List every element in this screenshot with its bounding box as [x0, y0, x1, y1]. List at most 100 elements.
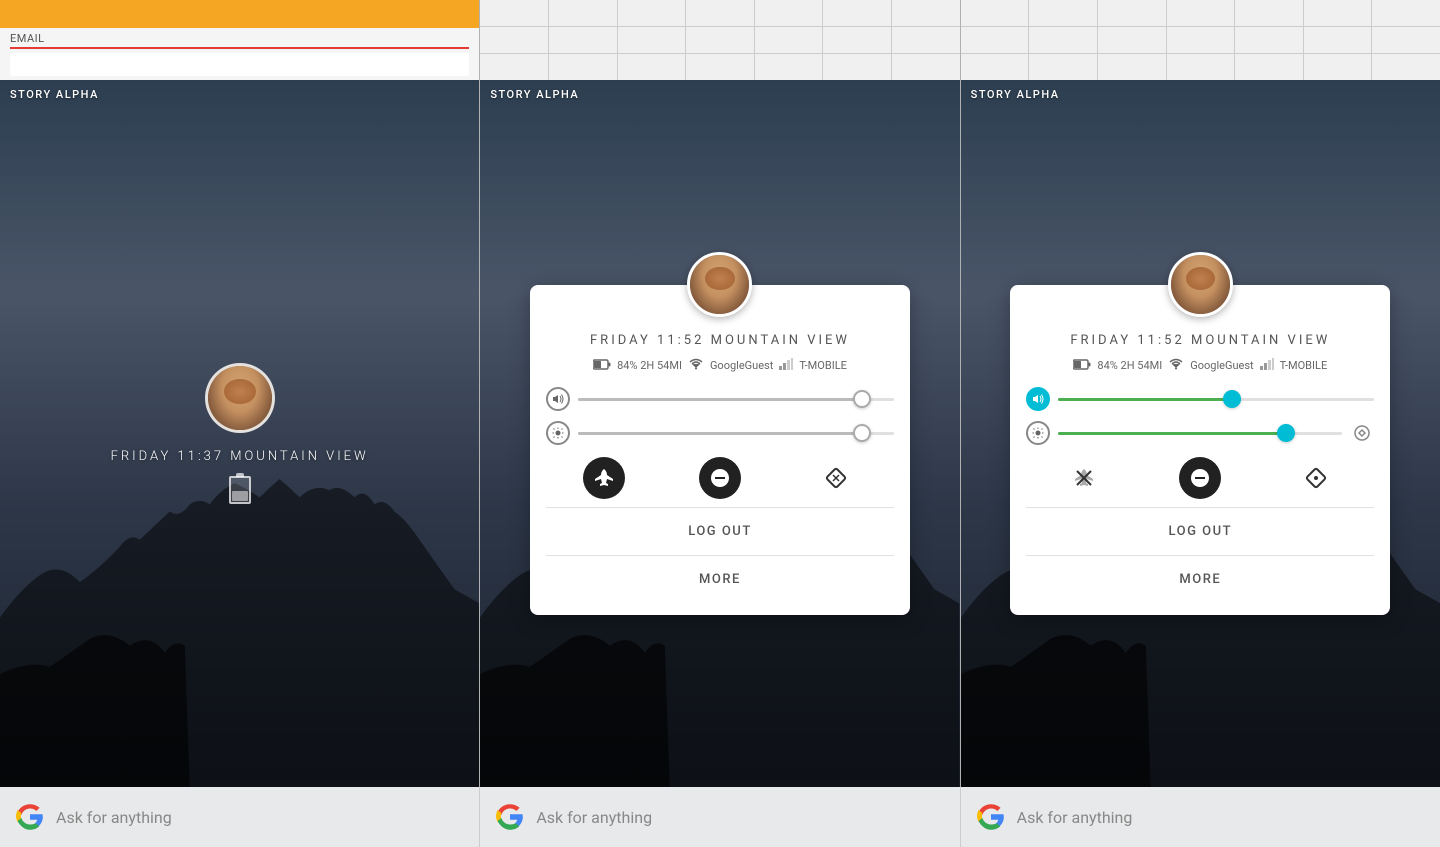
- qs-status-row-3: 84% 2H 54MI GoogleGuest: [1026, 358, 1374, 373]
- volume-icon-2: [546, 387, 570, 411]
- ask-text-3[interactable]: Ask for anything: [1017, 808, 1133, 827]
- cal-cell: [480, 54, 548, 80]
- email-label: EMAIL: [0, 28, 479, 47]
- brightness-icon-3: [1026, 421, 1050, 445]
- volume-slider-row-2[interactable]: [546, 387, 894, 411]
- cal-cell: [1098, 27, 1166, 53]
- red-line: [10, 47, 469, 49]
- cal-cell: [961, 0, 1029, 26]
- cal-cell: [549, 54, 617, 80]
- ask-text-2[interactable]: Ask for anything: [536, 808, 652, 827]
- volume-thumb-2[interactable]: [853, 390, 871, 408]
- wifi-name-3: GoogleGuest: [1190, 359, 1253, 372]
- cal-cell: [1167, 54, 1235, 80]
- story-alpha-label-3: STORY ALPHA: [971, 88, 1060, 101]
- wifi-svg: [688, 358, 704, 370]
- cal-cell: [549, 27, 617, 53]
- qs-actions-3: [1026, 457, 1374, 499]
- qs-actions-2: [546, 457, 894, 499]
- brightness-fill-2: [578, 432, 862, 435]
- wifi-icon-3: [1168, 358, 1184, 373]
- rotate-active-svg: [1305, 467, 1327, 489]
- cal-cell: [1235, 27, 1303, 53]
- cal-cell: [892, 0, 960, 26]
- volume-thumb-3[interactable]: [1223, 390, 1241, 408]
- qs-card-2: FRIDAY 11:52 MOUNTAIN VIEW 84% 2H 54MI: [530, 285, 910, 615]
- cal-cell: [618, 54, 686, 80]
- cal-cell: [823, 0, 891, 26]
- avatar-qs-3: [1168, 252, 1233, 317]
- bottom-panel-2[interactable]: Ask for anything: [480, 787, 960, 847]
- cal-cell: [1098, 54, 1166, 80]
- brightness-thumb-3[interactable]: [1277, 424, 1295, 442]
- rotate-btn-2[interactable]: [815, 457, 857, 499]
- panel-2-bg: STORY ALPHA FRIDAY 11:52 MOUNTAIN VIEW: [480, 80, 959, 787]
- panel-2-top: [480, 0, 959, 80]
- white-card-content: [10, 53, 469, 76]
- panel-qs-1: STORY ALPHA FRIDAY 11:52 MOUNTAIN VIEW: [480, 0, 960, 787]
- bottom-panel-1[interactable]: Ask for anything: [0, 787, 480, 847]
- divider-logout-3: [1026, 507, 1374, 508]
- google-logo-2: [496, 803, 524, 831]
- bri-svg: [552, 427, 564, 439]
- airplane-off-svg: [1073, 467, 1095, 489]
- dnd-btn-2[interactable]: [699, 457, 741, 499]
- battery-icon-qs-3: [1073, 359, 1091, 373]
- battery-icon-qs: [593, 359, 611, 373]
- settings-svg: [1353, 424, 1371, 442]
- story-alpha-label-2: STORY ALPHA: [490, 88, 579, 101]
- bg-image: [0, 80, 479, 787]
- logout-btn-3[interactable]: LOG OUT: [1026, 512, 1374, 551]
- brightness-track-2[interactable]: [578, 432, 894, 435]
- vol-svg: [552, 393, 564, 405]
- panel-1-bg: STORY ALPHA FRIDAY 11:37 MOUNTAIN VIEW: [0, 80, 479, 787]
- cal-cell: [1029, 27, 1097, 53]
- brightness-thumb-2[interactable]: [853, 424, 871, 442]
- wifi-icon-2: [688, 358, 704, 373]
- rotate-svg: [825, 467, 847, 489]
- lock-info-1: FRIDAY 11:37 MOUNTAIN VIEW: [111, 449, 369, 464]
- volume-slider-row-3[interactable]: [1026, 387, 1374, 411]
- brightness-track-3[interactable]: [1058, 432, 1342, 435]
- battery-text-3: 84% 2H 54MI: [1097, 359, 1162, 372]
- bri-svg-3: [1032, 427, 1044, 439]
- cal-cell: [823, 27, 891, 53]
- signal-icon-3: [1260, 358, 1274, 373]
- volume-track-3[interactable]: [1058, 398, 1374, 401]
- volume-fill-3: [1058, 398, 1232, 401]
- volume-track-2[interactable]: [578, 398, 894, 401]
- dnd-btn-3[interactable]: [1179, 457, 1221, 499]
- battery-icon-1: [229, 476, 251, 504]
- volume-fill-2: [578, 398, 862, 401]
- cal-cell: [618, 0, 686, 26]
- more-btn-3[interactable]: MORE: [1026, 560, 1374, 599]
- bottom-panel-3[interactable]: Ask for anything: [961, 787, 1440, 847]
- google-logo-3: [977, 803, 1005, 831]
- airplane-btn-2[interactable]: [583, 457, 625, 499]
- battery-svg-3: [1073, 359, 1091, 370]
- rotate-btn-3[interactable]: [1295, 457, 1337, 499]
- cal-cell: [1235, 0, 1303, 26]
- cal-cell: [686, 54, 754, 80]
- cal-cell: [1304, 0, 1372, 26]
- cal-cell: [892, 27, 960, 53]
- qs-status-row-2: 84% 2H 54MI GoogleGuest: [546, 358, 894, 373]
- logout-btn-2[interactable]: LOG OUT: [546, 512, 894, 551]
- qs-time-2: FRIDAY 11:52 MOUNTAIN VIEW: [546, 333, 894, 348]
- panel-3-top: [961, 0, 1440, 80]
- bottom-bar: Ask for anything Ask for anything Ask fo…: [0, 787, 1440, 847]
- brightness-slider-row-3[interactable]: [1026, 421, 1374, 445]
- cal-cell: [892, 54, 960, 80]
- cal-cell: [1167, 0, 1235, 26]
- divider-more-2: [546, 555, 894, 556]
- brightness-slider-row-2[interactable]: [546, 421, 894, 445]
- more-btn-2[interactable]: MORE: [546, 560, 894, 599]
- airplane-btn-3[interactable]: [1063, 457, 1105, 499]
- ask-text-1[interactable]: Ask for anything: [56, 808, 172, 827]
- wifi-name-2: GoogleGuest: [710, 359, 773, 372]
- cal-cell: [1098, 0, 1166, 26]
- cal-cell: [480, 0, 548, 26]
- volume-icon-3: [1026, 387, 1050, 411]
- cal-cell: [1029, 0, 1097, 26]
- avatar-face-qs-3: [1171, 255, 1230, 314]
